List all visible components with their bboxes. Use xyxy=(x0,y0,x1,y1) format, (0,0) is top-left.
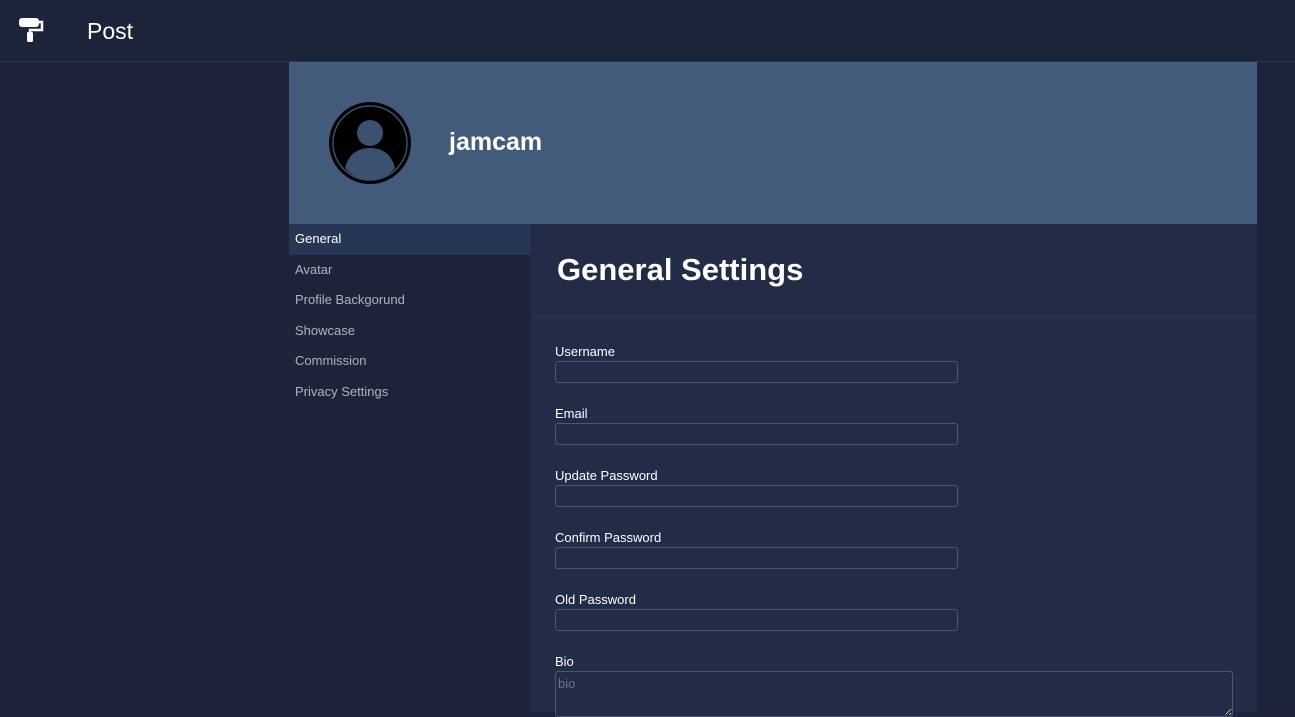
sidebar-item-general[interactable]: General xyxy=(289,224,531,255)
user-avatar-icon xyxy=(329,102,411,184)
confirm-password-label: Confirm Password xyxy=(555,530,662,545)
email-field-group: Email xyxy=(555,406,1235,468)
update-password-field-group: Update Password xyxy=(555,468,1235,530)
settings-content: General Settings Username Email Update P… xyxy=(531,224,1257,717)
username-field-group: Username xyxy=(555,344,1235,406)
profile-username: jamcam xyxy=(449,128,543,156)
page-title: General Settings xyxy=(557,252,804,287)
paint-roller-icon[interactable] xyxy=(18,17,44,43)
bio-label: Bio xyxy=(555,654,574,669)
right-gutter xyxy=(1257,62,1295,712)
sidebar-item-commission[interactable]: Commission xyxy=(289,346,531,377)
confirm-password-input[interactable] xyxy=(555,547,958,569)
sidebar-item-profile-background[interactable]: Profile Backgorund xyxy=(289,285,531,316)
bio-textarea[interactable] xyxy=(555,671,1233,717)
email-input[interactable] xyxy=(555,423,958,445)
sidebar-item-showcase[interactable]: Showcase xyxy=(289,316,531,347)
settings-container: jamcam General Avatar Profile Backgorund… xyxy=(289,62,1257,717)
email-label: Email xyxy=(555,406,588,421)
update-password-label: Update Password xyxy=(555,468,658,483)
general-settings-form: Username Email Update Password Confirm P… xyxy=(555,344,1235,717)
old-password-field-group: Old Password xyxy=(555,592,1235,654)
bio-field-group: Bio xyxy=(555,654,1235,717)
content-header: General Settings xyxy=(531,224,1257,317)
old-password-label: Old Password xyxy=(555,592,636,607)
top-navbar: Post xyxy=(0,0,1295,62)
sidebar-item-avatar[interactable]: Avatar xyxy=(289,255,531,286)
username-label: Username xyxy=(555,344,615,359)
sidebar-item-privacy-settings[interactable]: Privacy Settings xyxy=(289,377,531,408)
app-title[interactable]: Post xyxy=(87,17,133,45)
update-password-input[interactable] xyxy=(555,485,958,507)
username-input[interactable] xyxy=(555,361,958,383)
profile-banner: jamcam xyxy=(289,62,1257,224)
confirm-password-field-group: Confirm Password xyxy=(555,530,1235,592)
settings-sidebar: General Avatar Profile Backgorund Showca… xyxy=(289,224,531,712)
old-password-input[interactable] xyxy=(555,609,958,631)
